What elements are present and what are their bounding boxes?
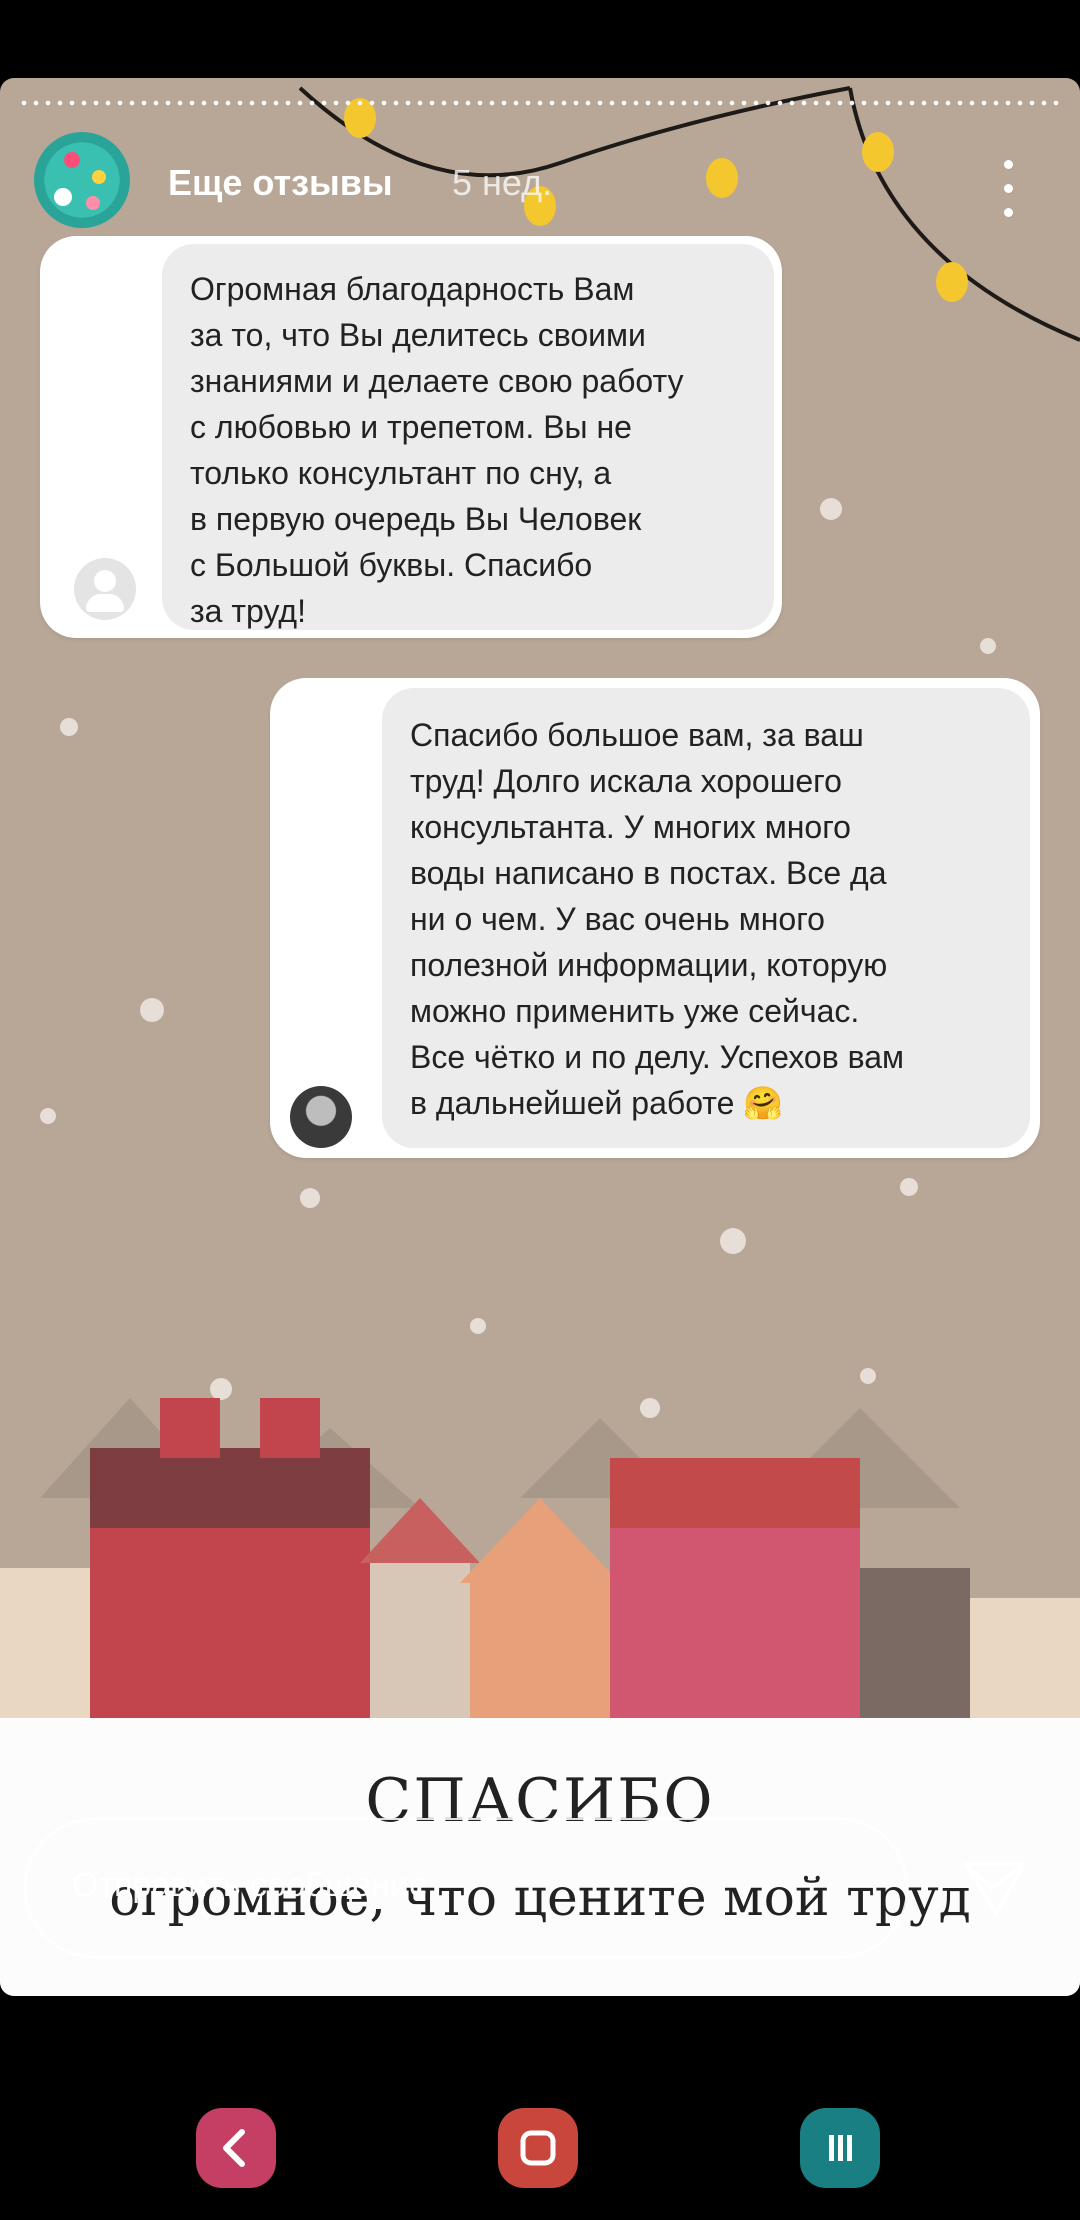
message-bubble: Огромная благодарность Вам за то, что Вы…	[162, 244, 774, 630]
send-message-input[interactable]: Отправить сообщение	[24, 1818, 908, 1958]
snowflake	[900, 1178, 918, 1196]
snowflake	[60, 718, 78, 736]
recents-icon[interactable]	[800, 2108, 880, 2188]
story-progress-bar	[18, 100, 1062, 106]
review-card-2: Спасибо большое вам, за ваш труд! Долго …	[270, 678, 1040, 1158]
snowflake	[980, 638, 996, 654]
snowflake	[300, 1188, 320, 1208]
user-avatar	[290, 1086, 352, 1148]
back-icon[interactable]	[196, 2108, 276, 2188]
snowflake	[820, 498, 842, 520]
user-avatar-placeholder-icon	[74, 558, 136, 620]
story-timestamp: 5 нед.	[452, 162, 553, 203]
story-author-name[interactable]: Еще отзывы	[168, 162, 393, 204]
send-message-placeholder: Отправить сообщение	[72, 1866, 428, 1904]
story-author-avatar[interactable]	[34, 132, 130, 228]
system-navigation-bar	[0, 2080, 1080, 2220]
snowflake	[140, 998, 164, 1022]
review-card-1: Огромная благодарность Вам за то, что Вы…	[40, 236, 782, 638]
message-text: Спасибо большое вам, за ваш труд! Долго …	[410, 717, 905, 1121]
story-frame[interactable]: СПАСИБО огромное, что цените мой труд Ещ…	[0, 78, 1080, 1996]
home-icon[interactable]	[498, 2108, 578, 2188]
winter-town-illustration	[0, 1398, 1080, 1758]
snowflake	[720, 1228, 746, 1254]
message-text: Огромная благодарность Вам за то, что Вы…	[190, 271, 684, 629]
more-vertical-icon[interactable]	[990, 154, 1026, 226]
snowflake	[40, 1108, 56, 1124]
paper-plane-icon[interactable]	[962, 1858, 1028, 1918]
message-bubble: Спасибо большое вам, за ваш труд! Долго …	[382, 688, 1030, 1148]
